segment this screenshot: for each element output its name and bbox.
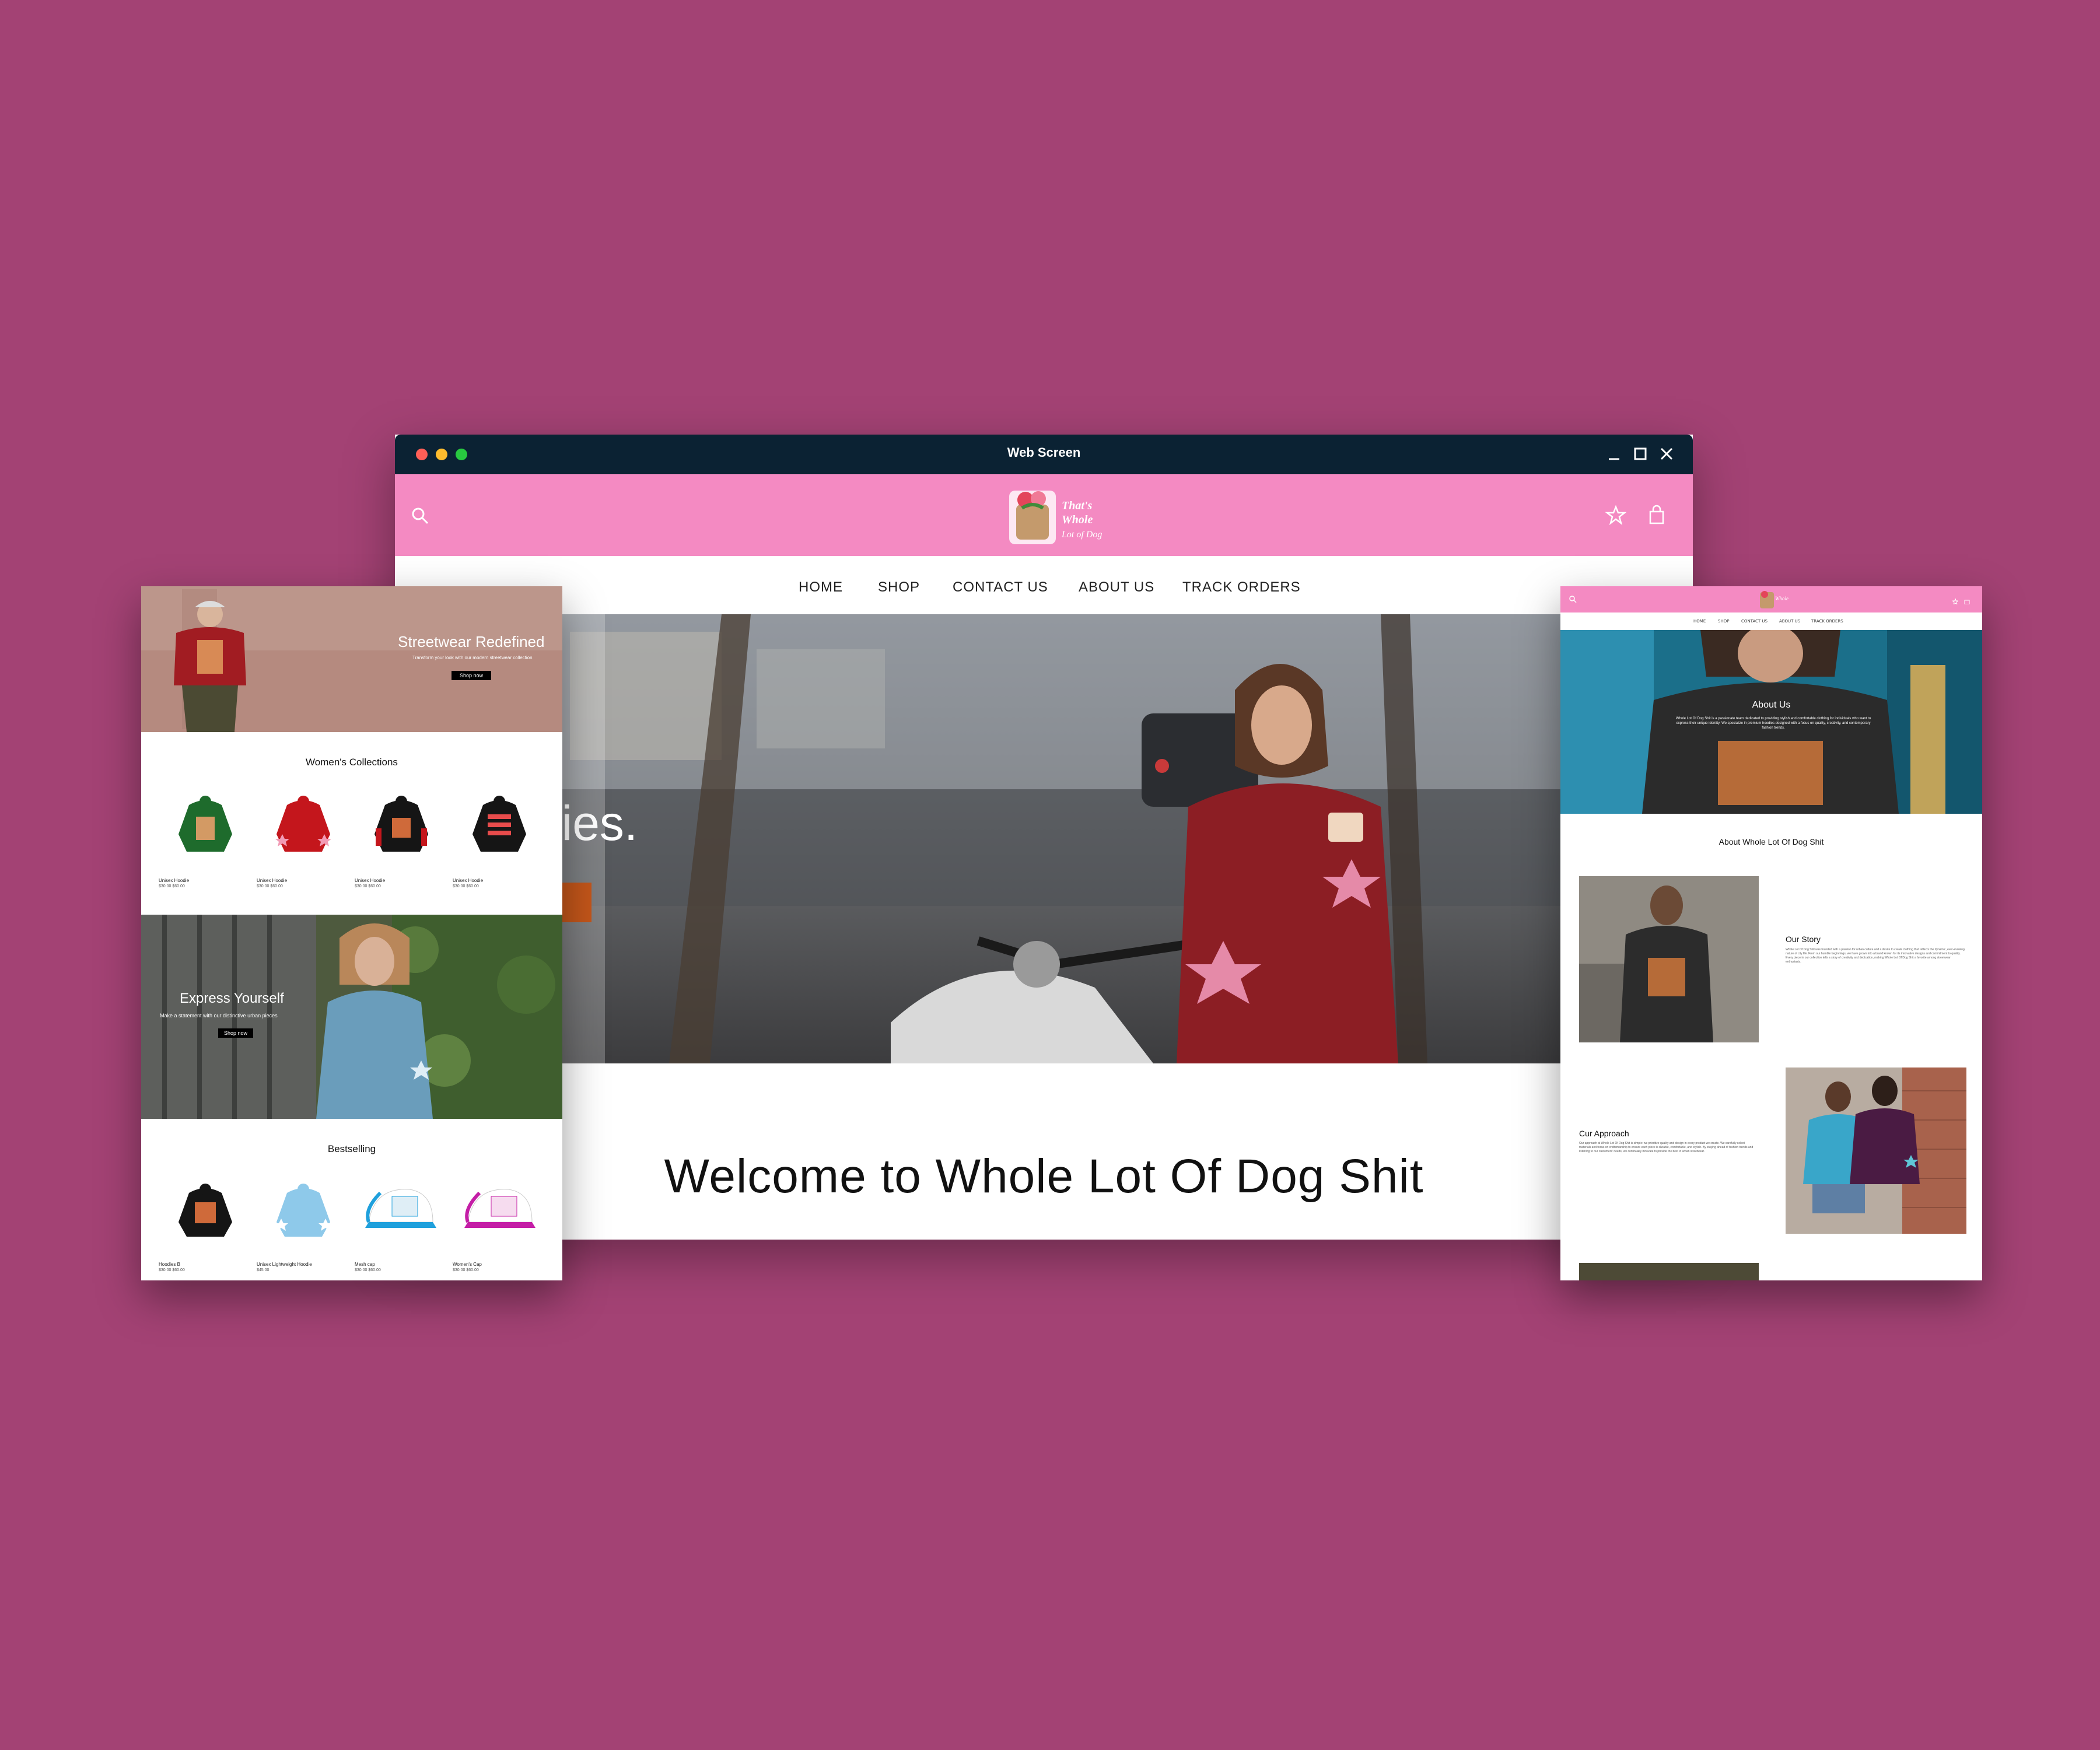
story-text: Whole Lot Of Dog Shit was founded with a… [1786, 948, 1965, 964]
product-price: $45.00 [257, 1268, 270, 1272]
main-browser-window: Web Screen That's Whole Lot of Dog HOME … [395, 435, 1693, 1240]
product-image[interactable] [357, 1181, 439, 1240]
nav-contact-us[interactable]: CONTACT US [1741, 619, 1768, 624]
svg-text:That's: That's [1062, 499, 1092, 512]
about-hero-title: About Us [1752, 700, 1791, 710]
about-hero-text: Whole Lot Of Dog Shit is a passionate te… [1675, 717, 1871, 730]
brand-logo[interactable]: That's Whole Lot of Dog [1005, 485, 1121, 548]
product-image[interactable] [274, 1181, 332, 1240]
product-price: $30.00 $60.00 [453, 884, 479, 888]
product-name[interactable]: Unisex Hoodie [257, 878, 287, 883]
product-price: $30.00 $60.00 [355, 884, 381, 888]
nav-about-us[interactable]: ABOUT US [1079, 579, 1154, 596]
product-image[interactable] [176, 1181, 235, 1240]
express-yourself-banner: Express Yourself Make a statement with o… [141, 915, 562, 1119]
minimize-icon[interactable] [1605, 445, 1623, 463]
about-hero: About Us Whole Lot Of Dog Shit is a pass… [1560, 624, 1982, 814]
product-price: $30.00 $60.00 [257, 884, 283, 888]
approach-text: Our approach at Whole Lot Of Dog Shit is… [1579, 1142, 1754, 1153]
welcome-heading: Welcome to Whole Lot Of Dog Shit [664, 1150, 1424, 1203]
hero-title: Streetwear Redefined [398, 633, 545, 650]
product-price: $30.00 $60.00 [355, 1268, 381, 1272]
product-name[interactable]: Hoodies B [159, 1262, 180, 1267]
nav-track-orders[interactable]: TRACK ORDERS [1811, 619, 1843, 624]
search-icon[interactable] [1569, 594, 1577, 603]
nav-about-us[interactable]: ABOUT US [1779, 619, 1800, 624]
hero-banner: LS st hoodies. [395, 614, 1693, 1063]
svg-text:Lot of Dog: Lot of Dog [1061, 530, 1102, 540]
product-price: $30.00 $60.00 [159, 884, 185, 888]
nav-shop[interactable]: SHOP [878, 579, 920, 596]
about-page-preview: Whole HOME SHOP CONTACT US ABOUT US TRAC… [1560, 586, 1982, 1280]
svg-text:Whole: Whole [1062, 513, 1093, 526]
product-name[interactable]: Unisex Hoodie [453, 878, 483, 883]
next-section-photo [1579, 1263, 1759, 1280]
store-header: That's Whole Lot of Dog [395, 474, 1693, 556]
banner-title: Express Yourself [180, 991, 284, 1006]
window-title: Web Screen [1007, 445, 1081, 460]
banner-subtitle: Make a statement with our distinctive ur… [160, 1013, 278, 1019]
shopping-bag-icon[interactable] [1964, 596, 1970, 605]
window-titlebar: Web Screen [395, 435, 1693, 474]
star-icon[interactable] [1605, 505, 1627, 526]
maximize-icon[interactable] [1632, 445, 1649, 463]
brand-logo[interactable]: Whole [1759, 590, 1794, 610]
product-name[interactable]: Unisex Hoodie [159, 878, 189, 883]
svg-text:Whole: Whole [1775, 596, 1788, 601]
product-name[interactable]: Mesh cap [355, 1262, 375, 1267]
product-name[interactable]: Unisex Hoodie [355, 878, 385, 883]
star-icon[interactable] [1951, 596, 1959, 606]
search-icon[interactable] [410, 506, 430, 526]
product-image[interactable] [372, 793, 430, 858]
approach-photo [1786, 1068, 1966, 1234]
about-section-title: About Whole Lot Of Dog Shit [1718, 837, 1824, 846]
streetwear-hero: Streetwear Redefined Transform your look… [141, 586, 562, 732]
hero-subtitle: Transform your look with our modern stre… [412, 655, 533, 660]
product-image[interactable] [470, 793, 528, 858]
nav-shop[interactable]: SHOP [1718, 619, 1729, 624]
product-image[interactable] [176, 793, 235, 858]
main-nav: HOME SHOP CONTACT US ABOUT US TRACK ORDE… [395, 556, 1693, 615]
nav-home[interactable]: HOME [1693, 619, 1706, 624]
mini-header: Whole [1560, 586, 1982, 612]
banner-shop-now-button[interactable]: Shop now [218, 1028, 253, 1038]
product-name[interactable]: Unisex Lightweight Hoodie [257, 1262, 312, 1267]
home-page-preview: Streetwear Redefined Transform your look… [141, 586, 562, 1280]
nav-contact-us[interactable]: CONTACT US [953, 579, 1048, 596]
mini-nav: HOME SHOP CONTACT US ABOUT US TRACK ORDE… [1560, 612, 1982, 631]
product-price: $30.00 $60.00 [453, 1268, 479, 1272]
product-image[interactable] [456, 1181, 538, 1240]
close-icon[interactable] [1658, 445, 1675, 463]
product-image[interactable] [274, 793, 332, 858]
shopping-bag-icon[interactable] [1646, 505, 1667, 526]
story-title: Our Story [1786, 935, 1821, 944]
approach-title: Cur Approach [1579, 1129, 1629, 1138]
product-name[interactable]: Women's Cap [453, 1262, 482, 1267]
nav-track-orders[interactable]: TRACK ORDERS [1182, 579, 1301, 596]
hero-shop-now-button[interactable]: Shop now [452, 671, 491, 680]
product-price: $30.00 $60.00 [159, 1268, 185, 1272]
nav-home[interactable]: HOME [799, 579, 843, 596]
bestselling-title: Bestselling [327, 1143, 376, 1154]
story-photo [1579, 876, 1759, 1042]
womens-collection-title: Women's Collections [306, 757, 398, 768]
